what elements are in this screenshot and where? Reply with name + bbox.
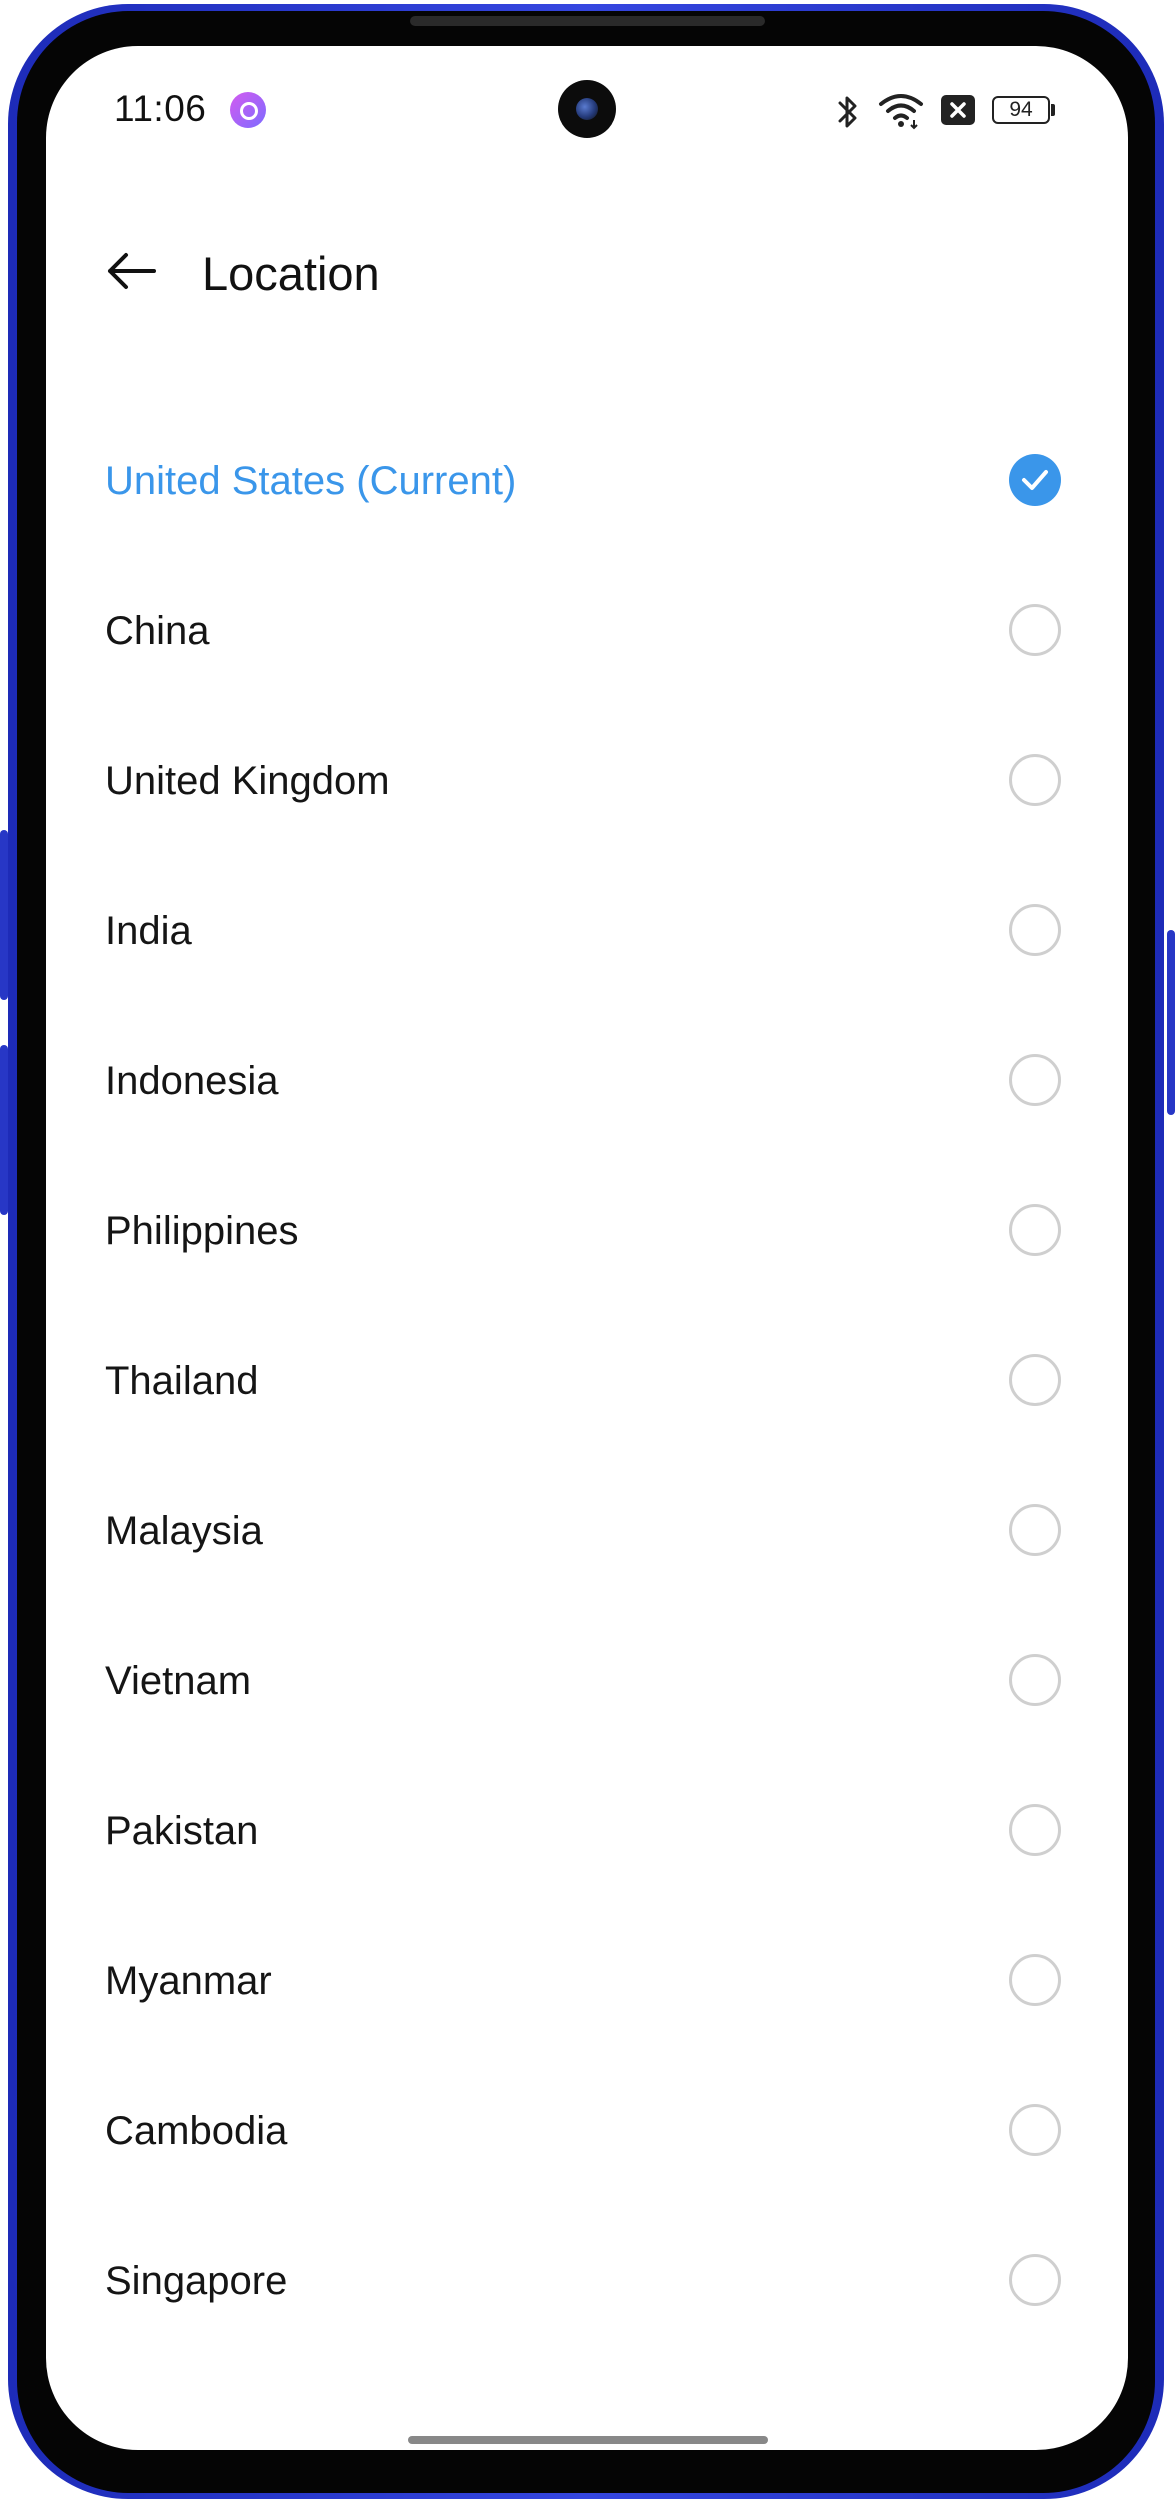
wifi-icon [879, 94, 923, 130]
location-label: Malaysia [105, 1509, 263, 1553]
device-frame: 11:06 94 Location United States (Current… [0, 0, 1175, 2505]
status-bar: 11:06 94 [46, 46, 1128, 166]
location-item-china[interactable]: China [46, 556, 1128, 706]
location-item-myanmar[interactable]: Myanmar [46, 1906, 1128, 2056]
location-label: Singapore [105, 2259, 288, 2303]
page-title: Location [202, 247, 380, 300]
screen: 11:06 94 Location United States (Current… [46, 46, 1128, 2450]
header: Location [46, 216, 1128, 326]
volume-down-button [0, 1045, 8, 1215]
radio-button[interactable] [1009, 2254, 1061, 2306]
volume-up-button [0, 830, 8, 1000]
location-item-philippines[interactable]: Philippines [46, 1156, 1128, 1306]
radio-button[interactable] [1009, 604, 1061, 656]
app-notification-icon [230, 92, 266, 128]
location-label: Myanmar [105, 1959, 272, 2003]
front-camera [558, 80, 616, 138]
location-label: Pakistan [105, 1809, 259, 1853]
radio-button[interactable] [1009, 1654, 1061, 1706]
location-item-malaysia[interactable]: Malaysia [46, 1456, 1128, 1606]
power-button [1167, 930, 1175, 1115]
radio-button[interactable] [1009, 1204, 1061, 1256]
radio-button[interactable] [1009, 2104, 1061, 2156]
location-item-vietnam[interactable]: Vietnam [46, 1606, 1128, 1756]
location-label: Cambodia [105, 2109, 288, 2153]
sim-none-icon [941, 95, 975, 125]
radio-button[interactable] [1009, 904, 1061, 956]
location-item-india[interactable]: India [46, 856, 1128, 1006]
status-time: 11:06 [114, 88, 207, 129]
radio-button[interactable] [1009, 1804, 1061, 1856]
location-label: Philippines [105, 1209, 299, 1253]
radio-button[interactable] [1009, 1354, 1061, 1406]
radio-button[interactable] [1009, 1504, 1061, 1556]
location-label: Indonesia [105, 1059, 279, 1103]
radio-button[interactable] [1009, 1954, 1061, 2006]
home-indicator[interactable] [408, 2436, 768, 2444]
location-item-indonesia[interactable]: Indonesia [46, 1006, 1128, 1156]
radio-button[interactable] [1009, 1054, 1061, 1106]
location-label: Thailand [105, 1359, 259, 1403]
battery-tip [1051, 104, 1055, 116]
earpiece-slot [410, 16, 765, 26]
radio-button[interactable] [1009, 754, 1061, 806]
location-label: United Kingdom [105, 759, 390, 803]
location-item-thailand[interactable]: Thailand [46, 1306, 1128, 1456]
location-label: Vietnam [105, 1659, 252, 1703]
location-item-singapore[interactable]: Singapore [46, 2206, 1128, 2356]
location-label: India [105, 909, 192, 953]
battery-icon: 94 [992, 96, 1050, 124]
location-label: China [105, 609, 210, 653]
location-label: United States (Current) [105, 459, 517, 503]
notification-small-icon [286, 102, 314, 114]
location-item-cambodia[interactable]: Cambodia [46, 2056, 1128, 2206]
selected-check-icon[interactable] [1009, 454, 1061, 506]
location-item-united-kingdom[interactable]: United Kingdom [46, 706, 1128, 856]
arrow-left-icon[interactable] [102, 246, 162, 296]
bluetooth-icon [838, 96, 857, 128]
location-item-united-states[interactable]: United States (Current) [46, 406, 1128, 556]
location-item-pakistan[interactable]: Pakistan [46, 1756, 1128, 1906]
